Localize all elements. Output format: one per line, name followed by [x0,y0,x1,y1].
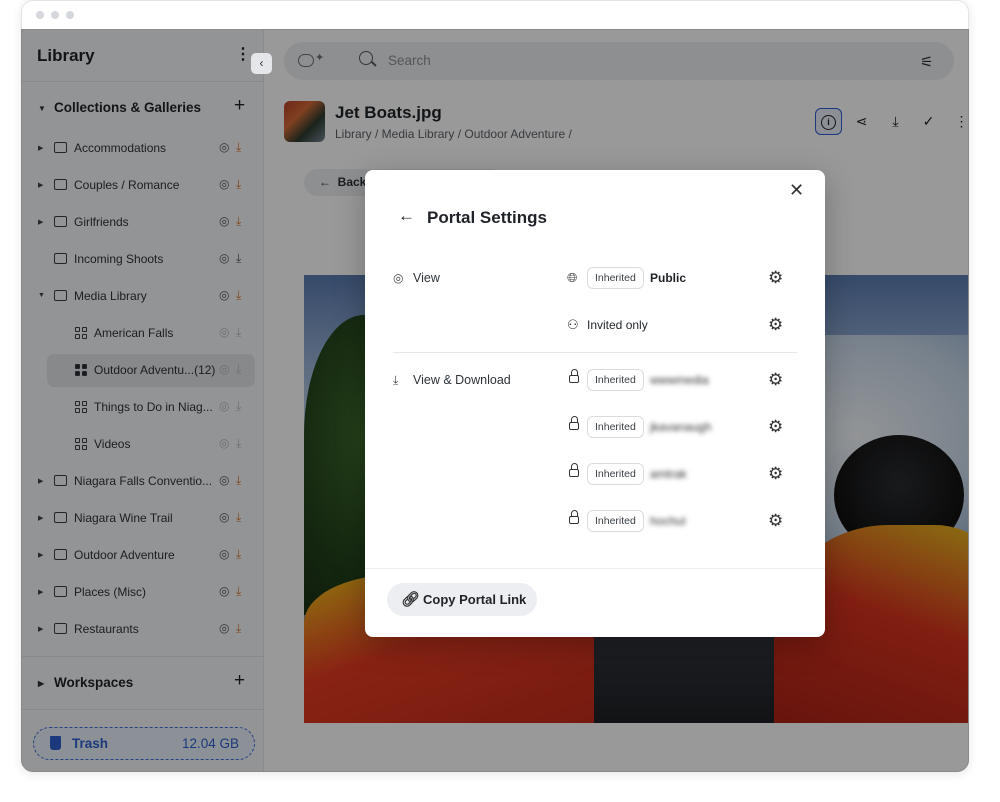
user-name: amtrak [650,467,687,481]
gear-icon[interactable]: ⚙ [768,370,783,390]
link-icon: 🔗︎ [401,591,421,608]
collapse-sidebar-button[interactable]: ‹ [251,53,272,74]
window-dot[interactable] [51,11,59,19]
download-icon: ⤓ [393,373,399,387]
view-download-label: View & Download [413,373,511,387]
window-dot[interactable] [36,11,44,19]
user-name: jkavanaugh [650,420,712,434]
window-titlebar [22,1,968,30]
close-icon[interactable]: ✕ [789,180,804,201]
globe-icon: 🌐︎ [567,270,578,285]
gear-icon[interactable]: ⚙ [768,268,783,288]
view-label: View [413,271,440,285]
divider [393,352,797,353]
window-dot[interactable] [66,11,74,19]
arrow-left-icon[interactable]: ← [398,206,415,226]
gear-icon[interactable]: ⚙ [768,464,783,484]
lock-icon [569,369,579,383]
dialog-title: Portal Settings [427,208,547,227]
permission-row: Inherited hochul ⚙ [565,510,795,534]
permission-row: 🌐︎ Inherited Public ⚙ [565,267,795,291]
eye-icon: ◎ [393,271,404,285]
lock-icon [569,463,579,477]
divider [365,568,825,569]
lock-icon [569,510,579,524]
copy-portal-link-button[interactable]: 🔗︎ Copy Portal Link [387,583,537,616]
lock-icon [569,416,579,430]
copy-portal-link-label: Copy Portal Link [423,592,527,607]
user-name: hochul [650,514,686,528]
permission-row: Inherited jkavanaugh ⚙ [565,416,795,440]
inherited-badge: Inherited [587,463,644,485]
permission-value: Public [650,271,687,285]
inherited-badge: Inherited [587,267,644,289]
users-icon: ⚇ [567,317,579,332]
gear-icon[interactable]: ⚙ [768,315,783,335]
permission-value: Invited only [587,318,648,332]
inherited-badge: Inherited [587,369,644,391]
permission-row: Inherited amtrak ⚙ [565,463,795,487]
inherited-badge: Inherited [587,416,644,438]
view-download-permission-label: ⤓ View & Download [393,373,511,388]
inherited-badge: Inherited [587,510,644,532]
portal-settings-dialog: ✕ ← Portal Settings ◎ View 🌐︎ Inherited P… [365,170,825,637]
permission-row: Inherited wwwmedia ⚙ [565,369,795,393]
gear-icon[interactable]: ⚙ [768,511,783,531]
user-name: wwwmedia [650,373,709,387]
view-permission-label: ◎ View [393,271,440,285]
permission-row: ⚇ Invited only ⚙ [565,314,795,338]
gear-icon[interactable]: ⚙ [768,417,783,437]
